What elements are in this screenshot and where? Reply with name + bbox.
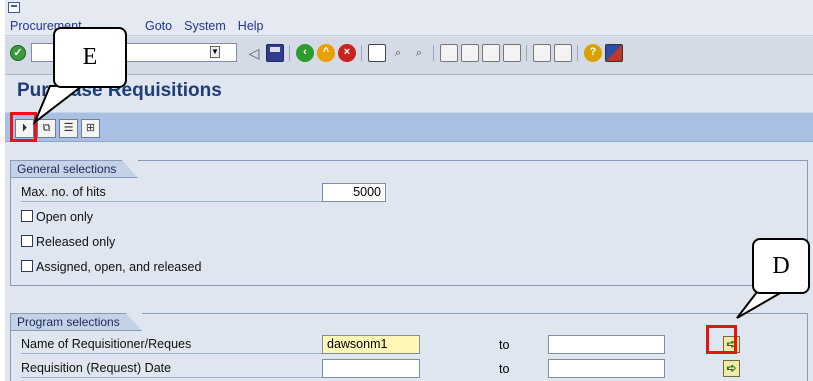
callout-d: D	[752, 238, 810, 294]
callout-e: E	[53, 27, 127, 88]
